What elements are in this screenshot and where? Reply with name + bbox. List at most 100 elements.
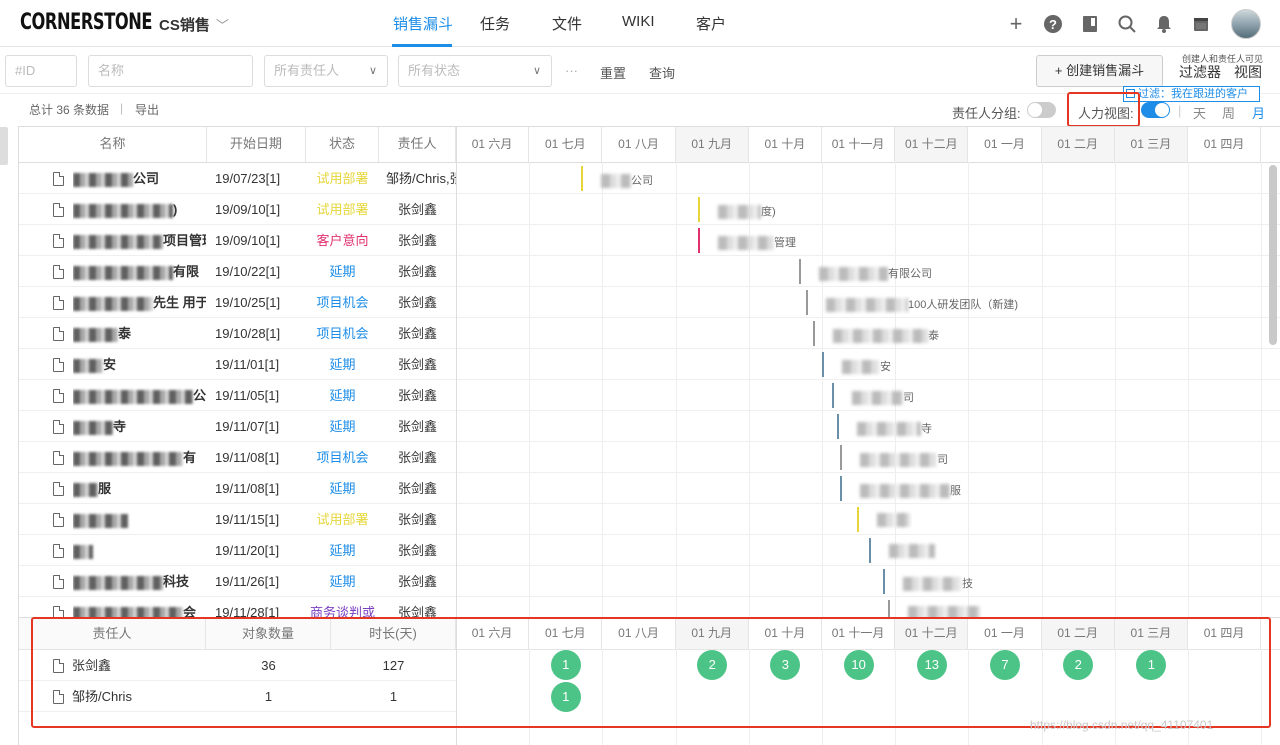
row-status[interactable]: 延期 <box>306 473 379 504</box>
gantt-bar[interactable] <box>857 507 859 532</box>
gantt-bar[interactable] <box>840 445 842 470</box>
row-name[interactable]: 安 <box>73 349 206 380</box>
status-filter-select[interactable]: 所有状态 ∨ <box>398 55 552 87</box>
gantt-bar[interactable] <box>832 383 834 408</box>
gantt-bar[interactable] <box>698 197 700 222</box>
table-row[interactable]: 19/11/20[1] 延期 张剑鑫 <box>19 535 1280 566</box>
table-row[interactable]: 有限 19/10/22[1] 延期 张剑鑫 有限公司 <box>19 256 1280 287</box>
row-status[interactable]: 试用部署 <box>306 163 379 194</box>
table-row[interactable]: ) 19/09/10[1] 试用部署 张剑鑫 度) <box>19 194 1280 225</box>
row-name[interactable]: 泰 <box>73 318 206 349</box>
search-icon[interactable] <box>1117 14 1137 34</box>
gantt-bar[interactable] <box>799 259 801 284</box>
table-row[interactable]: 科技 19/11/26[1] 延期 张剑鑫 技 <box>19 566 1280 597</box>
manpower-view-toggle[interactable] <box>1141 102 1170 118</box>
project-switcher[interactable]: CS销售 ﹀ <box>159 14 229 35</box>
col-header-start-date[interactable]: 开始日期 <box>207 127 306 162</box>
book-icon[interactable] <box>1080 14 1100 34</box>
row-name[interactable] <box>73 535 206 566</box>
gantt-bar[interactable] <box>883 569 885 594</box>
bell-icon[interactable] <box>1154 14 1174 34</box>
row-start-date: 19/11/20[1] <box>215 543 280 558</box>
create-funnel-button[interactable]: + 创建销售漏斗 <box>1036 55 1163 87</box>
table-row[interactable]: 泰 19/10/28[1] 项目机会 张剑鑫 泰 <box>19 318 1280 349</box>
col-header-name[interactable]: 名称 <box>19 127 207 162</box>
gantt-bar[interactable] <box>837 414 839 439</box>
row-status[interactable]: 客户意向 <box>306 225 379 256</box>
row-status[interactable]: 延期 <box>306 349 379 380</box>
redacted-text <box>73 482 98 497</box>
row-status[interactable]: 项目机会 <box>306 287 379 318</box>
owner-filter-select[interactable]: 所有责任人 ∨ <box>264 55 388 87</box>
view-month-button[interactable]: 月 <box>1252 103 1265 122</box>
row-status[interactable]: 延期 <box>306 380 379 411</box>
row-name[interactable]: 先生 用于 <box>73 287 206 318</box>
nav-files[interactable]: 文件 <box>552 13 582 34</box>
table-row[interactable]: 公司 19/11/05[1] 延期 张剑鑫 司 <box>19 380 1280 411</box>
table-row[interactable]: 安 19/11/01[1] 延期 张剑鑫 安 <box>19 349 1280 380</box>
group-by-owner-toggle[interactable] <box>1027 102 1056 118</box>
side-panel-handle[interactable] <box>0 127 8 165</box>
row-name[interactable]: ) <box>73 194 206 225</box>
vertical-scrollbar[interactable] <box>1269 165 1277 345</box>
row-name[interactable]: 科技 <box>73 566 206 597</box>
row-name[interactable] <box>73 504 206 535</box>
toggle-knob <box>1155 103 1169 117</box>
table-row[interactable]: 有 19/11/08[1] 项目机会 张剑鑫 司 <box>19 442 1280 473</box>
view-day-button[interactable]: 天 <box>1193 103 1206 122</box>
table-row[interactable]: 项目管理 19/09/10[1] 客户意向 张剑鑫 管理 <box>19 225 1280 256</box>
gantt-bar[interactable] <box>869 538 871 563</box>
nav-customers[interactable]: 客户 <box>696 13 726 34</box>
gantt-bar[interactable] <box>581 166 583 191</box>
more-filters-button[interactable]: ··· <box>565 63 578 78</box>
table-row[interactable]: 服 19/11/08[1] 延期 张剑鑫 服 <box>19 473 1280 504</box>
gantt-bar[interactable] <box>813 321 815 346</box>
gantt-bar[interactable] <box>840 476 842 501</box>
row-name-text: 公司 <box>133 171 160 186</box>
row-status[interactable]: 试用部署 <box>306 504 379 535</box>
row-status[interactable]: 延期 <box>306 256 379 287</box>
view-menu-button[interactable]: 视图 <box>1234 62 1262 82</box>
query-button[interactable]: 查询 <box>649 63 675 82</box>
row-name[interactable]: 服 <box>73 473 206 504</box>
active-filter-indicator[interactable]: 过滤：我在跟进的客户 <box>1123 86 1260 102</box>
row-status[interactable]: 延期 <box>306 535 379 566</box>
id-filter-input[interactable]: #ID <box>5 55 77 87</box>
row-status[interactable]: 试用部署 <box>306 194 379 225</box>
table-row[interactable]: 先生 用于 19/10/25[1] 项目机会 张剑鑫 100人研发团队（新建) <box>19 287 1280 318</box>
row-name[interactable]: 有 <box>73 442 206 473</box>
gantt-bar[interactable] <box>698 228 700 253</box>
help-icon[interactable]: ? <box>1043 14 1063 34</box>
calendar-icon[interactable] <box>1191 14 1211 34</box>
nav-wiki[interactable]: WIKI <box>622 13 655 30</box>
reset-button[interactable]: 重置 <box>600 63 626 82</box>
table-row[interactable]: 19/11/15[1] 试用部署 张剑鑫 <box>19 504 1280 535</box>
filter-menu-button[interactable]: 过滤器 <box>1179 62 1221 82</box>
gantt-label-text: 司 <box>937 454 948 466</box>
row-status[interactable]: 项目机会 <box>306 318 379 349</box>
chevron-down-icon: ∨ <box>532 65 541 77</box>
table-row[interactable]: 寺 19/11/07[1] 延期 张剑鑫 寺 <box>19 411 1280 442</box>
row-name[interactable]: 公司 <box>73 380 206 411</box>
row-status[interactable]: 延期 <box>306 566 379 597</box>
row-name[interactable]: 公司 <box>73 163 206 194</box>
redacted-text <box>889 544 935 558</box>
name-filter-input[interactable]: 名称 <box>88 55 253 87</box>
gantt-bar[interactable] <box>822 352 824 377</box>
row-status[interactable]: 项目机会 <box>306 442 379 473</box>
row-name[interactable]: 寺 <box>73 411 206 442</box>
gantt-bar[interactable] <box>806 290 808 315</box>
row-name[interactable]: 项目管理 <box>73 225 206 256</box>
col-header-status[interactable]: 状态 <box>306 127 379 162</box>
nav-sales-funnel[interactable]: 销售漏斗 <box>393 13 453 34</box>
nav-tasks[interactable]: 任务 <box>480 13 510 34</box>
plus-icon[interactable]: + <box>1006 13 1026 35</box>
app-logo[interactable]: CORNERSTONE <box>20 10 153 35</box>
user-avatar[interactable] <box>1231 9 1261 39</box>
export-button[interactable]: 导出 <box>135 101 159 118</box>
col-header-owner[interactable]: 责任人 <box>379 127 456 162</box>
row-status[interactable]: 延期 <box>306 411 379 442</box>
table-row[interactable]: 公司 19/07/23[1] 试用部署 邹扬/Chris,张 公司 <box>19 163 1280 194</box>
view-week-button[interactable]: 周 <box>1222 103 1235 122</box>
row-name[interactable]: 有限 <box>73 256 206 287</box>
